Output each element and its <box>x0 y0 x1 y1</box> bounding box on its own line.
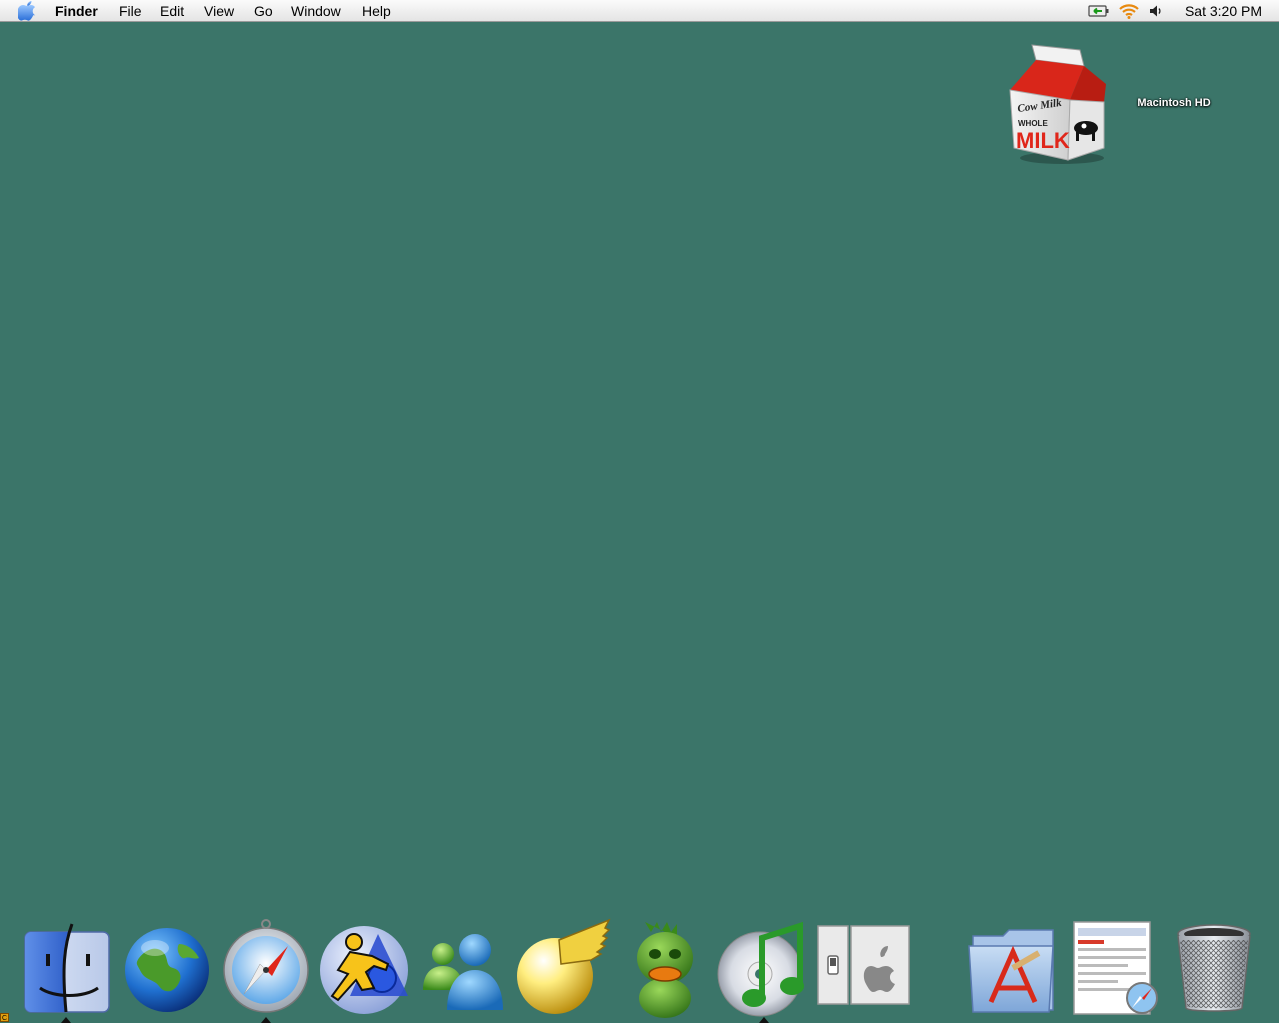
green-duck-icon[interactable] <box>617 918 713 1018</box>
menu-window[interactable]: Window <box>291 3 341 19</box>
web-page-document-icon[interactable] <box>1066 918 1162 1018</box>
yellow-winged-ball-icon[interactable] <box>515 918 611 1018</box>
running-indicator <box>61 1017 71 1023</box>
battery-icon[interactable] <box>1088 2 1110 20</box>
running-indicator <box>759 1017 769 1023</box>
safari-compass-icon[interactable] <box>218 918 314 1018</box>
itunes-icon[interactable] <box>716 918 812 1018</box>
corner-badge-icon: C <box>0 1013 9 1022</box>
apple-menu-icon[interactable] <box>18 1 36 21</box>
milk-carton-drive-icon[interactable]: Cow Milk WHOLE MILK <box>1006 40 1114 168</box>
svg-text:WHOLE: WHOLE <box>1018 119 1048 128</box>
menu-bar: Finder File Edit View Go Window Help Sat… <box>0 0 1279 22</box>
menu-view[interactable]: View <box>204 3 234 19</box>
menu-go[interactable]: Go <box>254 3 273 19</box>
menu-help[interactable]: Help <box>362 3 391 19</box>
svg-text:MILK: MILK <box>1016 128 1070 153</box>
applications-folder-icon[interactable] <box>965 918 1061 1018</box>
finder-icon[interactable] <box>20 918 116 1018</box>
menu-file[interactable]: File <box>119 3 142 19</box>
menu-clock[interactable]: Sat 3:20 PM <box>1185 3 1262 19</box>
wifi-icon[interactable] <box>1118 2 1140 20</box>
aim-running-man-icon[interactable] <box>316 918 412 1018</box>
menu-edit[interactable]: Edit <box>160 3 184 19</box>
volume-icon[interactable] <box>1148 2 1166 20</box>
messenger-buddies-icon[interactable] <box>417 918 513 1018</box>
menu-finder[interactable]: Finder <box>55 3 98 19</box>
macintosh-hd-label[interactable]: Macintosh HD <box>1126 97 1222 109</box>
running-indicator <box>261 1017 271 1023</box>
trash-icon[interactable] <box>1166 918 1262 1018</box>
globe-icon[interactable] <box>119 918 215 1018</box>
system-preferences-switch-icon[interactable] <box>815 918 911 1018</box>
